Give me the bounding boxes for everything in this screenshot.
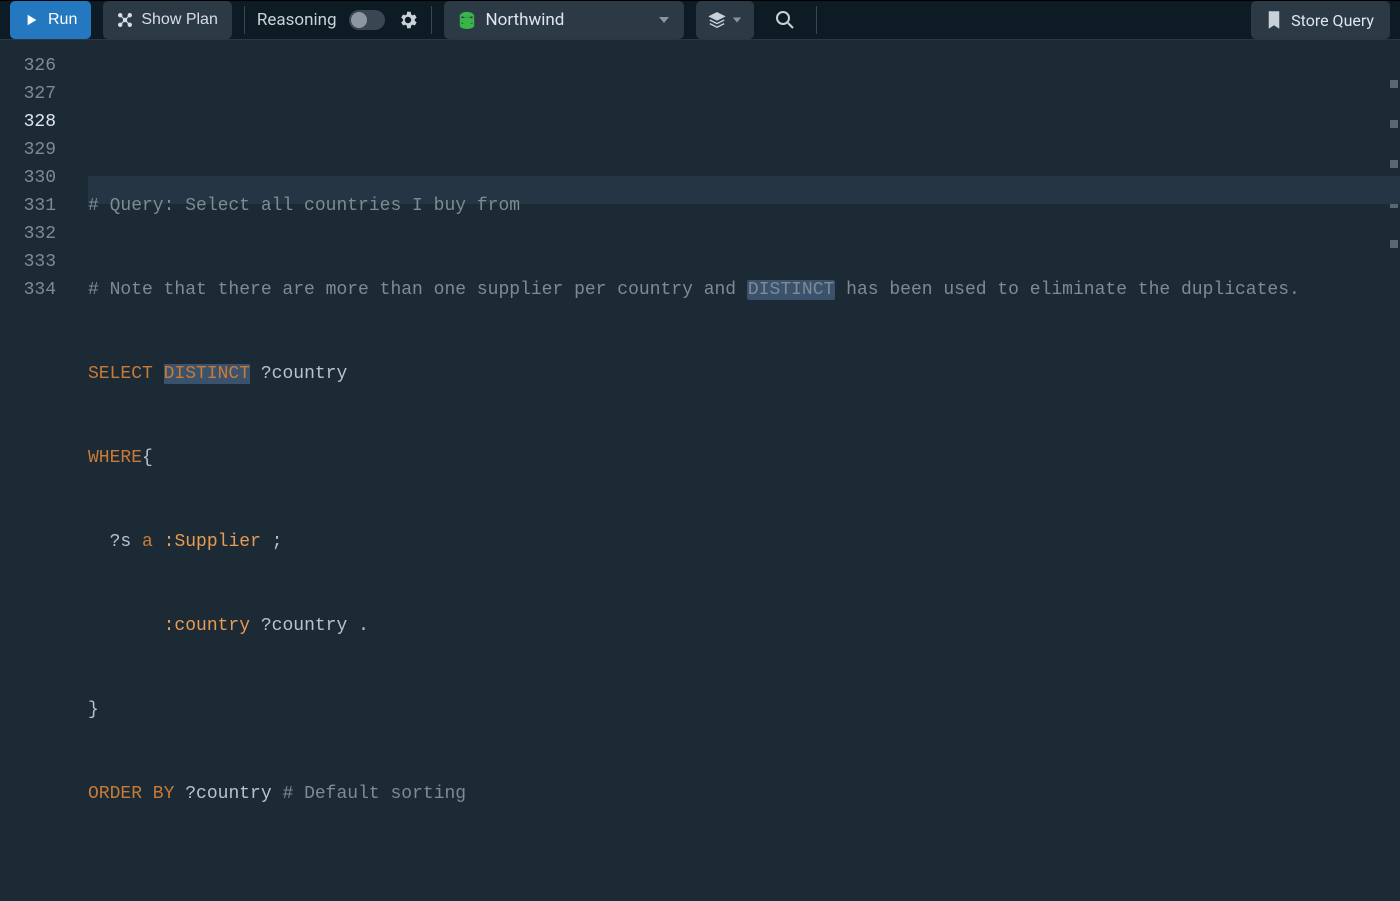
play-icon: [24, 12, 40, 28]
code-line: SELECT DISTINCT ?country: [88, 360, 1400, 388]
store-query-button[interactable]: Store Query: [1251, 1, 1390, 39]
search-button[interactable]: [766, 1, 804, 39]
code-line: [88, 864, 1400, 892]
line-number: 331: [0, 192, 56, 220]
graph-icon: [117, 12, 133, 28]
line-number: 330: [0, 164, 56, 192]
line-number: 326: [0, 52, 56, 80]
bookmark-icon: [1267, 11, 1281, 29]
main-toolbar: Run Show Plan Reasoning Northwind: [0, 1, 1400, 40]
chevron-down-icon: [732, 15, 742, 25]
toolbar-divider-2: [431, 6, 432, 34]
line-number: 333: [0, 248, 56, 276]
database-name: Northwind: [486, 10, 565, 30]
code-line: ORDER BY ?country # Default sorting: [88, 780, 1400, 808]
code-line: WHERE{: [88, 444, 1400, 472]
code-line: ?s a :Supplier ;: [88, 528, 1400, 556]
toolbar-divider: [244, 6, 245, 34]
store-query-label: Store Query: [1291, 11, 1374, 30]
database-icon: [458, 11, 476, 29]
chevron-down-icon: [658, 14, 670, 26]
gear-icon[interactable]: [397, 9, 419, 31]
code-editor[interactable]: 326327328329330331332333334 # Query: Sel…: [0, 40, 1400, 901]
code-line: # Note that there are more than one supp…: [88, 276, 1400, 304]
database-selector[interactable]: Northwind: [444, 1, 684, 39]
code-line: }: [88, 696, 1400, 724]
layers-icon: [708, 11, 726, 29]
code-line: :country ?country .: [88, 612, 1400, 640]
line-number: 329: [0, 136, 56, 164]
run-label: Run: [48, 11, 77, 29]
code-line: # Query: Select all countries I buy from: [88, 192, 1400, 220]
reasoning-control: Reasoning: [257, 10, 385, 30]
line-number: 334: [0, 276, 56, 304]
show-plan-label: Show Plan: [141, 11, 218, 29]
toolbar-divider-3: [816, 6, 817, 34]
line-number: 328: [0, 108, 56, 136]
layers-button[interactable]: [696, 1, 754, 39]
minimap-markers: [1390, 80, 1398, 248]
reasoning-toggle[interactable]: [349, 10, 385, 30]
editor-gutter: 326327328329330331332333334: [0, 40, 70, 901]
line-number: 332: [0, 220, 56, 248]
run-button[interactable]: Run: [10, 1, 91, 39]
reasoning-label: Reasoning: [257, 10, 337, 30]
show-plan-button[interactable]: Show Plan: [103, 1, 232, 39]
line-number: 327: [0, 80, 56, 108]
editor-code[interactable]: # Query: Select all countries I buy from…: [70, 40, 1400, 901]
search-icon: [775, 10, 795, 30]
